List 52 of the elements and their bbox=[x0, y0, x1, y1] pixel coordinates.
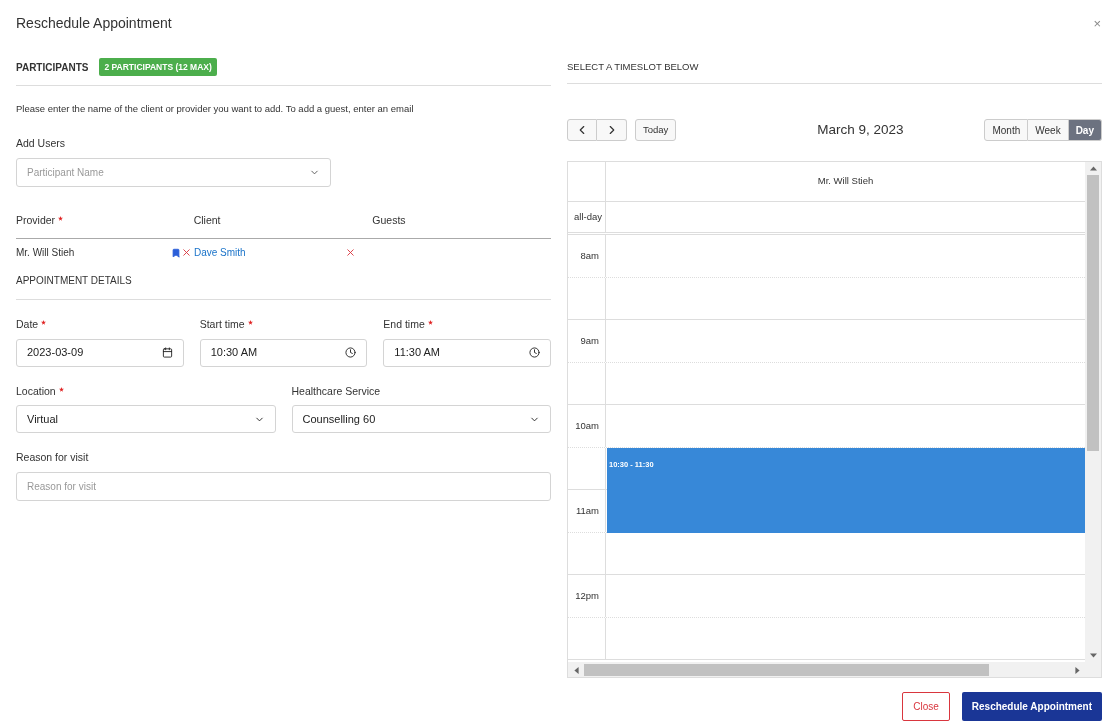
time-label: 8am bbox=[580, 249, 599, 261]
remove-icon[interactable] bbox=[345, 247, 356, 259]
field-label: Start time bbox=[199, 316, 245, 332]
bookmark-icon[interactable] bbox=[171, 247, 181, 258]
service-select[interactable]: Counselling 60 bbox=[291, 405, 551, 434]
previous-button[interactable] bbox=[567, 119, 597, 141]
clock-icon[interactable] bbox=[345, 347, 357, 358]
scroll-right-icon[interactable] bbox=[1073, 666, 1081, 674]
calendar-icon[interactable] bbox=[161, 347, 173, 358]
scroll-up-icon[interactable] bbox=[1089, 165, 1097, 172]
column-header: Guests bbox=[372, 213, 406, 228]
view-tab[interactable]: Day bbox=[1068, 119, 1102, 141]
today-button[interactable]: Today bbox=[635, 119, 677, 141]
section-heading: SELECT A TIMESLOT BELOW bbox=[567, 59, 700, 74]
time-label: 10am bbox=[575, 419, 599, 431]
participant-count-badge: 2 PARTICIPANTS (12 MAX) bbox=[99, 57, 217, 77]
horizontal-scrollbar[interactable] bbox=[568, 662, 1101, 677]
view-tab[interactable]: Week bbox=[1028, 119, 1069, 141]
scroll-down-icon[interactable] bbox=[1089, 652, 1097, 659]
column-header: Provider bbox=[16, 213, 56, 228]
scroll-left-icon[interactable] bbox=[572, 666, 580, 674]
vertical-scrollbar[interactable] bbox=[1085, 162, 1101, 662]
time-label: 9am bbox=[580, 334, 599, 346]
field-label: End time bbox=[383, 316, 425, 332]
section-heading: APPOINTMENT DETAILS bbox=[16, 273, 133, 288]
time-label: 12pm bbox=[575, 589, 599, 601]
remove-icon[interactable] bbox=[181, 247, 192, 259]
dialog-title: Reschedule Appointment bbox=[16, 14, 172, 33]
client-link[interactable]: Dave Smith bbox=[194, 245, 246, 261]
next-button[interactable] bbox=[597, 119, 627, 141]
field-label: Location bbox=[16, 383, 56, 399]
resource-header: Mr. Will Stieh bbox=[816, 174, 875, 189]
view-tab[interactable]: Month bbox=[984, 119, 1029, 141]
column-header: Client bbox=[193, 213, 221, 228]
field-label: Date bbox=[16, 316, 39, 332]
all-day-label: all-day bbox=[568, 202, 606, 232]
clock-icon[interactable] bbox=[529, 347, 540, 358]
field-label: Healthcare Service bbox=[291, 383, 381, 399]
provider-name: Mr. Will Stieh bbox=[16, 246, 75, 261]
instructions-text: Please enter the name of the client or provider you want to add. To add a guest, enter an email bbox=[16, 102, 415, 116]
field-label: Add Users bbox=[16, 136, 67, 152]
date-field[interactable]: 2023-03-09 bbox=[16, 338, 184, 367]
calendar-date: March 9, 2023 bbox=[817, 120, 904, 139]
field-label: Reason for visit bbox=[16, 450, 89, 466]
close-button[interactable]: Close bbox=[902, 692, 950, 721]
location-select[interactable]: Virtual bbox=[16, 405, 276, 434]
time-field[interactable]: 11:30 AM bbox=[383, 338, 551, 367]
time-label: 11am bbox=[575, 504, 599, 516]
reason-field[interactable]: Reason for visit bbox=[16, 472, 551, 501]
reschedule-button[interactable]: Reschedule Appointment bbox=[961, 692, 1102, 721]
section-heading: PARTICIPANTS bbox=[16, 60, 89, 75]
time-field[interactable]: 10:30 AM bbox=[199, 338, 368, 367]
